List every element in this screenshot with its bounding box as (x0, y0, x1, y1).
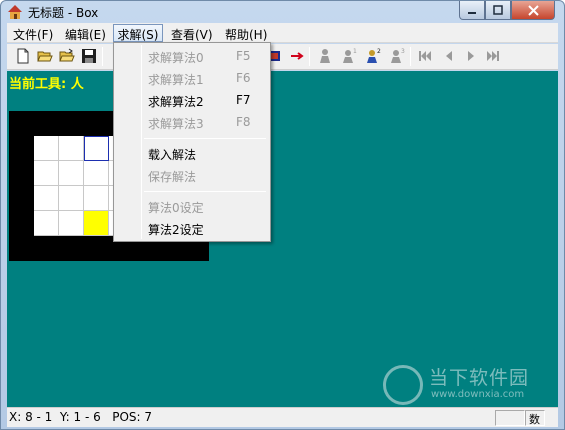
menu-edit[interactable]: 编辑(E) (65, 25, 106, 42)
minimize-icon (468, 12, 476, 14)
board-cell[interactable] (34, 211, 59, 236)
maximize-button[interactable] (485, 1, 511, 20)
menu-item-load-solution[interactable]: 载入解法 (116, 143, 268, 164)
watermark-logo-icon (383, 365, 423, 405)
board-cell[interactable] (84, 161, 109, 186)
arrow-right-icon[interactable] (289, 48, 305, 64)
watermark-url: www.downxia.com (431, 389, 525, 400)
menu-item-solve-algo-0[interactable]: 求解算法0 F5 (116, 46, 268, 67)
window-title: 无标题 - Box (28, 6, 99, 20)
watermark-text: 当下软件园 (429, 367, 530, 389)
new-file-icon[interactable] (15, 48, 31, 64)
board-cell[interactable] (59, 161, 84, 186)
maximize-icon (493, 5, 503, 15)
status-pane (495, 410, 525, 426)
board-cell[interactable] (34, 161, 59, 186)
game-canvas[interactable]: 当前工具: 人 当下软件园 www.downxia.com (7, 71, 558, 407)
menu-separator (144, 138, 266, 139)
figure-1-icon[interactable]: 1 (341, 48, 357, 64)
menu-item-solve-algo-3[interactable]: 求解算法3 F8 (116, 112, 268, 133)
status-bar: X: 8 - 1 Y: 1 - 6 POS: 7 数 (7, 407, 558, 427)
menu-item-save-solution[interactable]: 保存解法 (116, 165, 268, 186)
watermark: 当下软件园 www.downxia.com (379, 361, 554, 406)
menu-item-solve-algo-2[interactable]: 求解算法2 F7 (116, 90, 268, 111)
solve-dropdown-menu: 求解算法0 F5 求解算法1 F6 求解算法2 F7 求解算法3 F8 载入解法… (113, 42, 271, 242)
status-numlock-indicator: 数 (525, 410, 545, 426)
close-icon (527, 4, 539, 16)
board-cell[interactable] (59, 186, 84, 211)
svg-text:1: 1 (353, 48, 357, 55)
toolbar-separator (309, 47, 310, 66)
close-button[interactable] (511, 1, 555, 20)
board-cell[interactable] (84, 211, 109, 236)
menu-solve[interactable]: 求解(S) (113, 24, 163, 42)
board-cell[interactable] (59, 136, 84, 161)
app-window: 无标题 - Box 文件(F) 编辑(E) 求解(S) 查看(V) 帮助(H) (0, 0, 565, 430)
svg-text:3: 3 (401, 48, 405, 55)
menu-item-algo-2-settings[interactable]: 算法2设定 (116, 218, 268, 239)
current-tool-label: 当前工具: 人 (9, 77, 84, 92)
board-cell[interactable] (34, 136, 59, 161)
open-folder-alt-icon[interactable] (59, 48, 75, 64)
board-cell[interactable] (84, 136, 109, 161)
figure-3-icon[interactable]: 3 (389, 48, 405, 64)
app-house-icon (8, 5, 22, 19)
menu-item-solve-algo-1[interactable]: 求解算法1 F6 (116, 68, 268, 89)
skip-forward-icon[interactable] (485, 48, 501, 64)
step-back-icon[interactable] (441, 48, 457, 64)
open-folder-icon[interactable] (37, 48, 53, 64)
status-position-text: X: 8 - 1 Y: 1 - 6 POS: 7 (9, 410, 152, 424)
board-cell[interactable] (84, 186, 109, 211)
toolbar-separator (102, 47, 103, 66)
save-icon[interactable] (81, 48, 97, 64)
minimize-button[interactable] (459, 1, 485, 20)
title-bar[interactable]: 无标题 - Box (1, 1, 564, 23)
step-forward-icon[interactable] (463, 48, 479, 64)
skip-back-icon[interactable] (417, 48, 433, 64)
toolbar: 1 2 3 (7, 44, 558, 70)
toolbar-separator (410, 47, 411, 66)
figure-icon[interactable] (317, 48, 333, 64)
menu-bar: 文件(F) 编辑(E) 求解(S) 查看(V) 帮助(H) (7, 23, 558, 43)
menu-item-algo-0-settings[interactable]: 算法0设定 (116, 196, 268, 217)
svg-text:2: 2 (377, 48, 381, 55)
figure-2-icon[interactable]: 2 (365, 48, 381, 64)
board-cell[interactable] (59, 211, 84, 236)
board-cell[interactable] (34, 186, 59, 211)
menu-file[interactable]: 文件(F) (13, 25, 53, 42)
menu-view[interactable]: 查看(V) (171, 25, 213, 42)
menu-help[interactable]: 帮助(H) (225, 25, 267, 42)
menu-separator (144, 191, 266, 192)
